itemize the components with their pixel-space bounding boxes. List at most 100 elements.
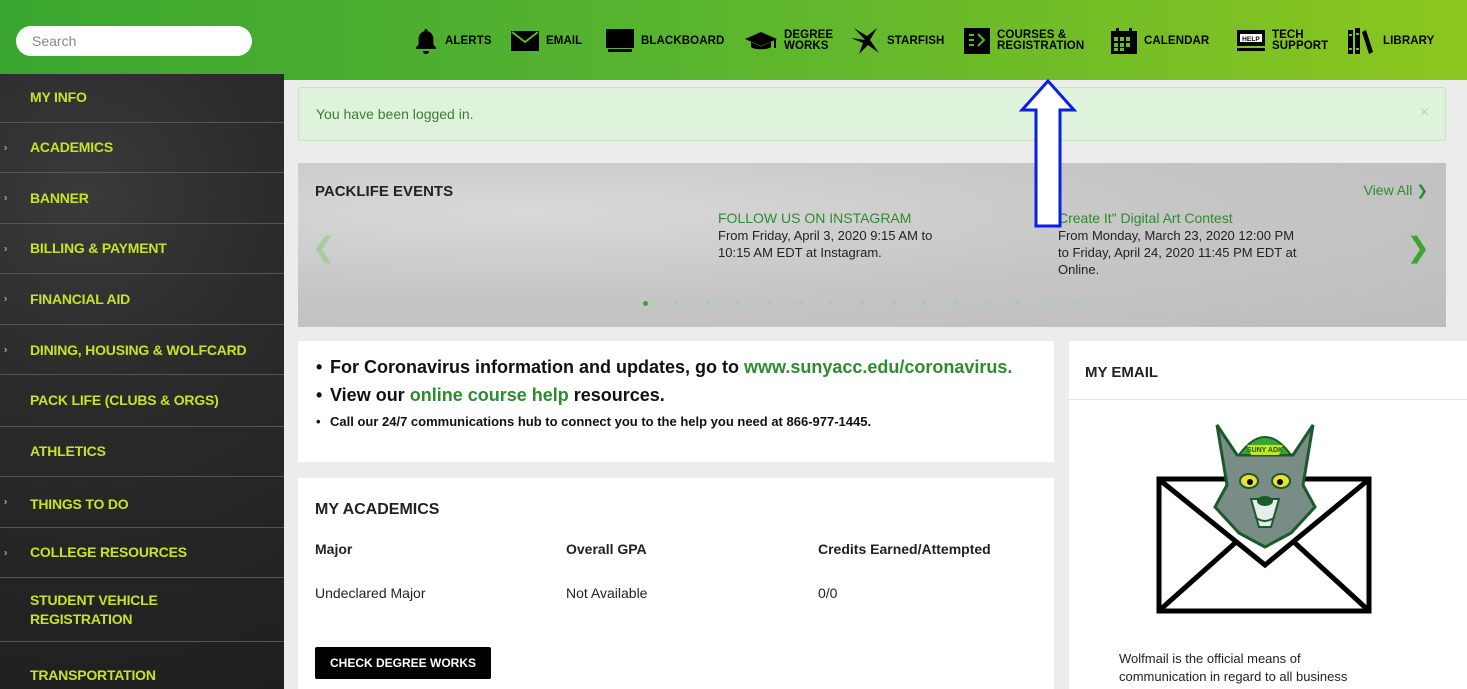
carousel-dot[interactable]	[1077, 301, 1082, 306]
sidebar-item-label: MY INFO	[30, 89, 87, 105]
carousel-dot[interactable]	[984, 301, 989, 306]
online-help-line: View our online course help resources.	[316, 381, 1012, 409]
sidebar-item-dining-housing[interactable]: › DINING, HOUSING & WOLFCARD	[0, 325, 284, 375]
carousel-dot[interactable]	[953, 301, 958, 306]
carousel-dot[interactable]	[736, 301, 741, 306]
sidebar-item-college-resources[interactable]: › COLLEGE RESOURCES	[0, 528, 284, 578]
carousel-prev-arrow[interactable]: ❮	[312, 231, 335, 264]
credits-value: 0/0	[818, 585, 838, 601]
major-value: Undeclared Major	[315, 585, 426, 601]
login-success-alert: You have been logged in. ×	[298, 87, 1446, 141]
close-icon[interactable]: ×	[1420, 104, 1429, 122]
carousel-dot[interactable]	[798, 301, 803, 306]
event-item: Create It" Digital Art Contest From Mond…	[1058, 210, 1296, 278]
help-badge-text: HELP	[1242, 36, 1260, 43]
nav-library[interactable]: LIBRARY	[1348, 22, 1434, 60]
nav-degree-works[interactable]: DEGREE WORKS	[745, 22, 833, 60]
sidebar-item-my-info[interactable]: MY INFO	[0, 74, 284, 123]
carousel-dot[interactable]	[860, 301, 865, 306]
wolf-mascot-envelope-icon: SUNY ADK	[1156, 424, 1372, 614]
sidebar-item-transportation[interactable]: TRANSPORTATION	[0, 642, 284, 689]
covid-text: View our	[330, 385, 410, 405]
nav-courses-registration[interactable]: COURSES & REGISTRATION	[964, 22, 1084, 60]
annotation-up-arrow-icon	[1018, 78, 1078, 228]
event-details: 10:15 AM EDT at Instagram.	[718, 245, 882, 260]
coronavirus-link[interactable]: www.sunyacc.edu/coronavirus.	[744, 357, 1012, 377]
academics-title: MY ACADEMICS	[315, 501, 440, 518]
sidebar-item-label: PACK LIFE (CLUBS & ORGS)	[30, 392, 219, 408]
sidebar-item-label: BILLING & PAYMENT	[30, 240, 167, 256]
view-all-label: View All	[1363, 182, 1413, 198]
gpa-value: Not Available	[566, 585, 648, 601]
carousel-dot[interactable]	[1015, 301, 1020, 306]
communications-hub-line: Call our 24/7 communications hub to conn…	[316, 409, 1012, 435]
event-details: From Monday, March 23, 2020 12:00 PM	[1058, 228, 1295, 243]
carousel-dot[interactable]	[643, 301, 648, 306]
sidebar-item-label: TRANSPORTATION	[30, 667, 156, 683]
nav-tech-support[interactable]: HELP TECH SUPPORT	[1237, 22, 1328, 60]
chevron-right-icon: ›	[4, 547, 8, 558]
column-header-major: Major	[315, 541, 353, 557]
sidebar-item-label: STUDENT VEHICLE	[30, 591, 158, 608]
my-academics-panel: MY ACADEMICS Major Overall GPA Credits E…	[298, 478, 1054, 689]
carousel-dot[interactable]	[705, 301, 710, 306]
coronavirus-info-panel: For Coronavirus information and updates,…	[298, 341, 1054, 462]
carousel-dot[interactable]	[922, 301, 927, 306]
sidebar-item-pack-life[interactable]: PACK LIFE (CLUBS & ORGS)	[0, 375, 284, 427]
sidebar-item-banner[interactable]: › BANNER	[0, 173, 284, 224]
nav-library-label: LIBRARY	[1383, 34, 1435, 47]
carousel-dot[interactable]	[1046, 301, 1051, 306]
event-title-link[interactable]: FOLLOW US ON INSTAGRAM	[718, 210, 932, 227]
nav-starfish-label: STARFISH	[887, 34, 945, 47]
sidebar-item-athletics[interactable]: ATHLETICS	[0, 427, 284, 477]
sidebar-item-academics[interactable]: › ACADEMICS	[0, 123, 284, 173]
covid-text: For Coronavirus information and updates,…	[330, 357, 745, 377]
registration-icon	[964, 28, 990, 54]
column-header-credits: Credits Earned/Attempted	[818, 541, 991, 557]
chevron-right-icon: ›	[4, 344, 8, 355]
email-description: Wolfmail is the official means of commun…	[1119, 650, 1419, 686]
events-title: PACKLIFE EVENTS	[315, 183, 454, 200]
email-description-line: Wolfmail is the official means of	[1119, 651, 1301, 666]
carousel-dot[interactable]	[891, 301, 896, 306]
packlife-events-carousel: PACKLIFE EVENTS View All ❯ ❮ ❯ FOLLOW US…	[298, 163, 1446, 327]
chevron-right-icon: ❯	[1416, 182, 1428, 198]
view-all-link[interactable]: View All ❯	[1364, 182, 1428, 199]
calendar-icon	[1111, 28, 1137, 54]
nav-alerts-label: ALERTS	[445, 34, 492, 47]
carousel-dot[interactable]	[674, 301, 679, 306]
nav-email[interactable]: EMAIL	[511, 22, 582, 60]
nav-calendar[interactable]: CALENDAR	[1111, 22, 1209, 60]
chevron-right-icon: ›	[4, 243, 8, 254]
graduation-cap-icon	[745, 32, 777, 50]
online-course-help-link[interactable]: online course help	[410, 385, 569, 405]
bell-icon	[415, 29, 437, 54]
nav-degree-works-line2: WORKS	[784, 40, 829, 52]
sidebar-item-financial-aid[interactable]: › FINANCIAL AID	[0, 274, 284, 325]
email-title: MY EMAIL	[1085, 364, 1159, 381]
sidebar-item-things-to-do[interactable]: › THINGS TO DO	[0, 477, 284, 528]
event-details: to Friday, April 24, 2020 11:45 PM EDT a…	[1058, 245, 1297, 260]
sidebar-item-billing-payment[interactable]: › BILLING & PAYMENT	[0, 224, 284, 274]
nav-tech-line2: SUPPORT	[1272, 40, 1329, 52]
chevron-right-icon: ›	[4, 142, 8, 153]
event-title-link[interactable]: Create It" Digital Art Contest	[1058, 210, 1296, 227]
sidebar-item-label: ATHLETICS	[30, 443, 106, 459]
search-input[interactable]	[16, 26, 252, 56]
nav-email-label: EMAIL	[546, 34, 583, 47]
nav-courses-line2: REGISTRATION	[997, 40, 1085, 52]
carousel-dots	[643, 301, 1082, 306]
carousel-next-arrow[interactable]: ❯	[1407, 231, 1430, 264]
nav-starfish[interactable]: STARFISH	[850, 22, 944, 60]
carousel-dot[interactable]	[767, 301, 772, 306]
carousel-dot[interactable]	[829, 301, 834, 306]
chevron-right-icon: ›	[4, 192, 8, 204]
nav-blackboard[interactable]: BLACKBOARD	[606, 22, 724, 60]
sidebar-item-label: THINGS TO DO	[30, 496, 129, 512]
check-degree-works-button[interactable]: CHECK DEGREE WORKS	[315, 647, 491, 679]
sidebar-item-label: REGISTRATION	[30, 610, 133, 627]
nav-calendar-label: CALENDAR	[1144, 34, 1210, 47]
nav-alerts[interactable]: ALERTS	[414, 22, 492, 60]
sidebar-item-student-vehicle-registration[interactable]: STUDENT VEHICLE REGISTRATION	[0, 578, 284, 642]
chevron-right-icon: ›	[4, 293, 8, 305]
